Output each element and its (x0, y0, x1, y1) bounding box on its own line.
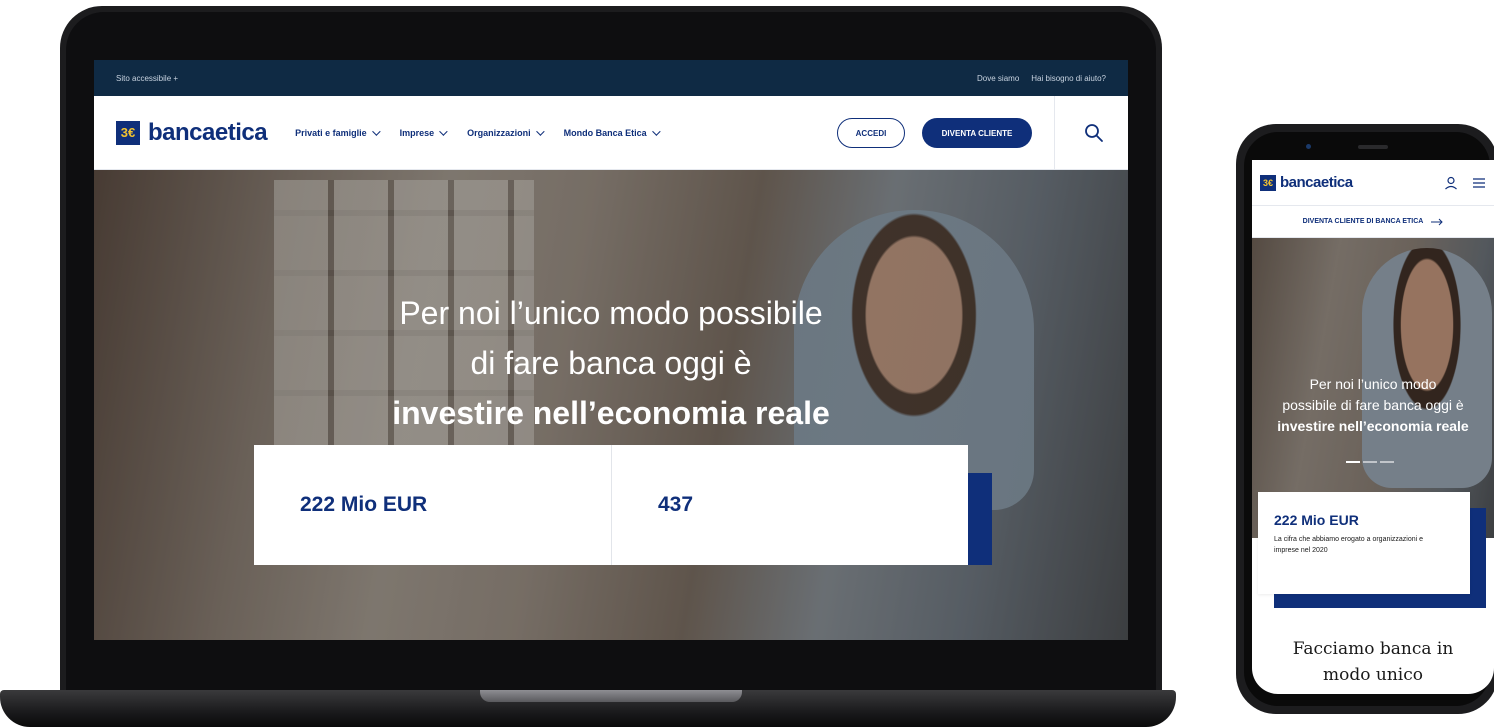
speaker-grille (1358, 145, 1388, 149)
mobile-card-area: 222 Mio EUR La cifra che abbiamo erogato… (1252, 160, 1494, 694)
menu-item-imprese[interactable]: Imprese (399, 126, 448, 138)
menu-item-label: Mondo Banca Etica (563, 127, 647, 138)
search-icon[interactable] (1084, 123, 1104, 143)
become-client-button[interactable]: DIVENTA CLIENTE (922, 118, 1032, 148)
laptop-notch (480, 690, 742, 702)
chevron-down-icon (535, 126, 545, 136)
device-mockup-stage: Sito accessibile + Dove siamo Hai bisogn… (0, 0, 1494, 727)
phone-screen: 3€ bancaetica DIVENTA CLIENTE DI BANCA E… (1252, 160, 1494, 694)
hero-title-line-3: investire nell’economia reale (392, 395, 830, 431)
mobile-stat-card: 222 Mio EUR La cifra che abbiamo erogato… (1258, 492, 1470, 594)
hero-title-line-2: di fare banca oggi è (470, 345, 752, 381)
brand-logo[interactable]: 3€ bancaetica (116, 118, 268, 147)
hero-title: Per noi l’unico modo possibile di fare b… (94, 288, 1128, 438)
top-utility-bar: Sito accessibile + Dove siamo Hai bisogn… (94, 60, 1128, 96)
stat-count: 437 (611, 445, 968, 565)
menu-item-mondo-banca-etica[interactable]: Mondo Banca Etica (563, 126, 661, 138)
laptop-base (0, 690, 1176, 727)
main-menu: Privati e famiglie Imprese Organizzazion… (295, 126, 661, 138)
login-button[interactable]: ACCEDI (837, 118, 905, 148)
chevron-down-icon (651, 126, 661, 136)
menu-item-label: Imprese (399, 127, 435, 138)
stats-accent-block (968, 473, 992, 565)
main-navbar: 3€ bancaetica Privati e famiglie Imprese… (94, 96, 1128, 170)
mobile-stat-description: La cifra che abbiamo erogato a organizza… (1274, 536, 1424, 554)
hero-title-line-1: Per noi l’unico modo possibile (399, 295, 823, 331)
menu-item-privati[interactable]: Privati e famiglie (295, 126, 381, 138)
chevron-down-icon (371, 126, 381, 136)
laptop-screen: Sito accessibile + Dove siamo Hai bisogn… (94, 60, 1128, 640)
logo-mark-icon: 3€ (116, 120, 140, 145)
menu-item-label: Organizzazioni (467, 127, 531, 138)
utility-links: Dove siamo Hai bisogno di aiuto? (977, 74, 1106, 83)
mobile-stat-amount: 222 Mio EUR (1274, 512, 1359, 528)
where-we-are-link[interactable]: Dove siamo (977, 74, 1019, 83)
menu-item-organizzazioni[interactable]: Organizzazioni (467, 126, 545, 138)
hero-banner: Per noi l’unico modo possibile di fare b… (94, 170, 1128, 640)
nav-divider (1054, 96, 1055, 170)
stats-card: 222 Mio EUR 437 (254, 445, 968, 565)
accessible-site-link[interactable]: Sito accessibile + (116, 74, 178, 83)
logo-text: bancaetica (148, 118, 268, 146)
menu-item-label: Privati e famiglie (295, 127, 367, 138)
camera-icon (1306, 144, 1311, 149)
help-link[interactable]: Hai bisogno di aiuto? (1031, 74, 1106, 83)
stat-amount: 222 Mio EUR (300, 493, 428, 516)
chevron-down-icon (439, 126, 448, 136)
